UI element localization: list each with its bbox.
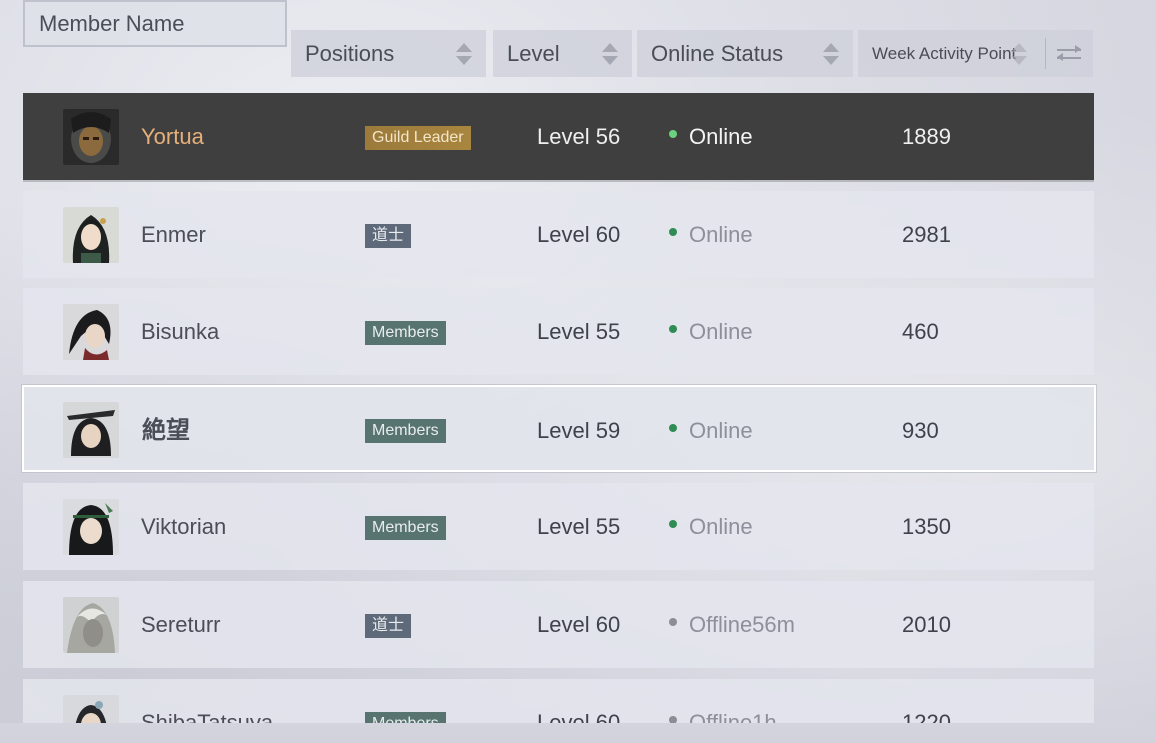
sort-arrows-icon: [456, 43, 472, 65]
member-level: Level 55: [537, 514, 621, 539]
member-row[interactable]: ShibaTatsuya Members Level 60 Offline1h …: [23, 679, 1094, 723]
position-badge: Guild Leader: [365, 126, 471, 150]
swap-arrows-icon[interactable]: [1057, 44, 1081, 64]
member-level: Level 60: [537, 612, 621, 637]
list-bottom-edge: [0, 723, 1156, 743]
online-status: Online: [669, 483, 753, 570]
member-row[interactable]: Bisunka Members Level 55 Online 460: [23, 288, 1094, 375]
activity-points: 1889: [902, 124, 951, 149]
member-name-filter[interactable]: Member Name: [23, 0, 287, 47]
online-status: Online: [669, 191, 753, 278]
status-text: Online: [689, 222, 753, 247]
member-level: Level 55: [537, 319, 621, 344]
status-dot-icon: [669, 520, 677, 529]
member-avatar: [63, 207, 119, 263]
member-name[interactable]: ShibaTatsuya: [141, 679, 273, 723]
activity-points: 930: [902, 418, 939, 443]
status-dot-icon: [669, 325, 677, 334]
status-dot-icon: [669, 228, 677, 237]
member-name-label: Member Name: [39, 11, 185, 36]
member-name[interactable]: Viktorian: [141, 483, 226, 570]
member-name[interactable]: Yortua: [141, 93, 204, 180]
sort-arrows-icon: [1011, 43, 1027, 65]
activity-points: 1220: [902, 710, 951, 723]
status-dot-icon: [669, 130, 677, 139]
position-badge: Members: [365, 321, 446, 345]
member-level: Level 59: [537, 418, 621, 443]
activity-points: 1350: [902, 514, 951, 539]
status-dot-icon: [669, 716, 677, 723]
activity-points: 460: [902, 319, 939, 344]
status-text: Offline56m: [689, 612, 795, 637]
level-label: Level: [507, 40, 560, 66]
member-row[interactable]: Sereturr 道士 Level 60 Offline56m 2010: [23, 581, 1094, 668]
member-avatar: [63, 402, 119, 458]
member-avatar: [63, 597, 119, 653]
position-badge: 道士: [365, 224, 412, 248]
week-activity-sort-button[interactable]: Week Activity Point: [858, 30, 1093, 77]
status-text: Online: [689, 319, 753, 344]
member-level: Level 56: [537, 124, 621, 149]
status-dot-icon: [669, 618, 677, 627]
status-dot-icon: [669, 424, 677, 433]
online-status: Online: [669, 387, 753, 474]
status-text: Online: [689, 514, 753, 539]
online-status: Online: [669, 93, 753, 180]
activity-points: 2010: [902, 612, 951, 637]
online-status-label: Online Status: [651, 40, 784, 66]
sort-arrows-icon: [823, 43, 839, 65]
member-level: Level 60: [537, 222, 621, 247]
activity-points: 2981: [902, 222, 951, 247]
online-status: Online: [669, 288, 753, 375]
status-text: Online: [689, 418, 753, 443]
member-row[interactable]: Viktorian Members Level 55 Online 1350: [23, 483, 1094, 570]
status-text: Offline1h: [689, 710, 777, 723]
position-badge: Members: [365, 516, 446, 540]
member-row[interactable]: Enmer 道士 Level 60 Online 2981: [23, 191, 1094, 278]
member-name[interactable]: Bisunka: [141, 288, 219, 375]
member-avatar: [63, 499, 119, 555]
position-badge: Members: [365, 712, 446, 723]
member-name[interactable]: Sereturr: [141, 581, 220, 668]
level-sort-button[interactable]: Level: [493, 30, 632, 77]
online-status: Offline1h: [669, 679, 777, 723]
member-name[interactable]: 絶望: [142, 387, 190, 474]
sort-arrows-icon: [602, 43, 618, 65]
member-avatar: [63, 109, 119, 165]
header-divider: [1045, 38, 1046, 69]
member-level: Level 60: [537, 710, 621, 723]
positions-sort-button[interactable]: Positions: [291, 30, 486, 77]
position-badge: 道士: [365, 614, 412, 638]
member-row[interactable]: Yortua Guild Leader Level 56 Online 1889: [23, 93, 1094, 180]
week-activity-label: Week Activity Point: [872, 43, 1017, 63]
member-name[interactable]: Enmer: [141, 191, 206, 278]
member-avatar: [63, 304, 119, 360]
member-avatar: [63, 695, 119, 723]
member-list[interactable]: Yortua Guild Leader Level 56 Online 1889…: [0, 0, 1156, 723]
online-status: Offline56m: [669, 581, 795, 668]
position-badge: Members: [365, 419, 446, 443]
positions-label: Positions: [305, 40, 395, 66]
online-status-sort-button[interactable]: Online Status: [637, 30, 853, 77]
status-text: Online: [689, 124, 753, 149]
member-row[interactable]: 絶望 Members Level 59 Online 930: [22, 385, 1096, 472]
